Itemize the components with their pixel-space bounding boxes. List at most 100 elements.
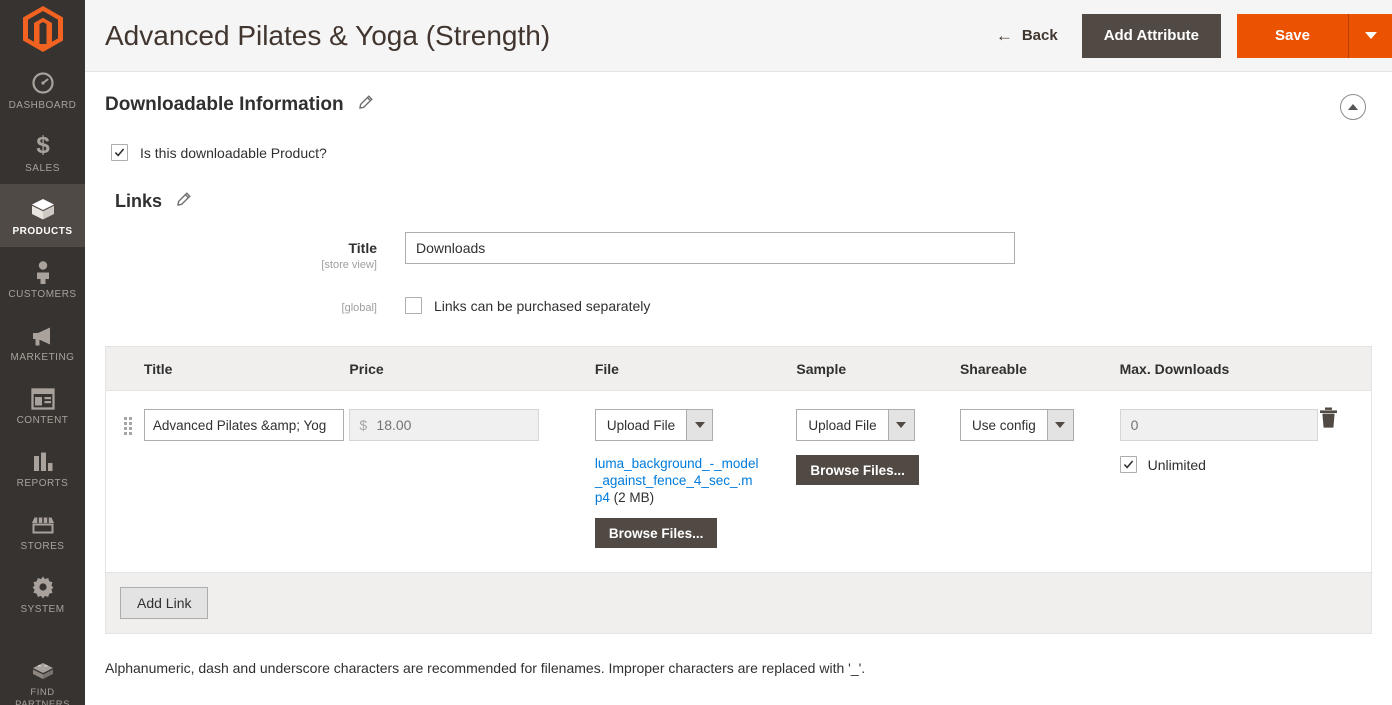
link-price-input[interactable] bbox=[349, 409, 540, 441]
gear-icon bbox=[31, 573, 55, 599]
purchase-separately-scope: [global] bbox=[341, 302, 377, 314]
unlimited-checkbox[interactable] bbox=[1119, 456, 1137, 473]
check-icon bbox=[114, 148, 125, 157]
section-body: Is this downloadable Product? Links Titl… bbox=[85, 136, 1392, 676]
sample-upload-split-button: Upload File bbox=[796, 409, 915, 441]
megaphone-icon bbox=[30, 321, 56, 347]
sidebar-item-label: CUSTOMERS bbox=[8, 289, 77, 300]
admin-page: DASHBOARD $ SALES PRODUCTS CUSTOMERS MAR… bbox=[0, 0, 1392, 705]
sidebar-item-label: SYSTEM bbox=[20, 604, 65, 615]
links-title-label-col: Title [store view] bbox=[105, 232, 405, 271]
cell-sample: Upload File Browse Files... bbox=[796, 407, 960, 485]
chevron-up-circle-icon bbox=[1348, 103, 1358, 110]
table-row: $ Upload File luma_backgroun bbox=[106, 391, 1371, 572]
check-icon bbox=[1123, 460, 1133, 469]
cell-delete bbox=[1319, 407, 1371, 434]
save-button[interactable]: Save bbox=[1236, 13, 1348, 58]
downloadable-information-header: Downloadable Information bbox=[85, 72, 1392, 136]
sidebar-item-label: STORES bbox=[20, 541, 65, 552]
links-table-body: $ Upload File luma_backgroun bbox=[106, 391, 1371, 572]
sidebar-item-sales[interactable]: $ SALES bbox=[0, 121, 85, 184]
sidebar-item-label: PRODUCTS bbox=[12, 226, 73, 237]
add-attribute-button[interactable]: Add Attribute bbox=[1081, 13, 1221, 58]
filename-note: Alphanumeric, dash and underscore charac… bbox=[105, 660, 866, 676]
collapse-section-button[interactable] bbox=[1340, 94, 1366, 120]
links-title-label: Title bbox=[348, 240, 377, 256]
is-downloadable-checkbox[interactable] bbox=[111, 144, 128, 161]
sidebar-item-dashboard[interactable]: DASHBOARD bbox=[0, 58, 85, 121]
column-header-price: Price bbox=[349, 360, 384, 377]
sidebar-item-content[interactable]: CONTENT bbox=[0, 373, 85, 436]
sidebar-item-label-line1: FIND PARTNERS bbox=[15, 687, 70, 705]
add-link-button[interactable]: Add Link bbox=[120, 587, 209, 619]
sidebar-item-marketing[interactable]: MARKETING bbox=[0, 310, 85, 373]
sidebar-item-customers[interactable]: CUSTOMERS bbox=[0, 247, 85, 310]
is-downloadable-row: Is this downloadable Product? bbox=[105, 136, 1372, 161]
sidebar-item-label: MARKETING bbox=[10, 352, 75, 363]
purchase-separately-label: Links can be purchased separately bbox=[434, 297, 651, 314]
cell-title bbox=[143, 407, 350, 441]
back-button-label: Back bbox=[1021, 27, 1058, 44]
column-header-shareable: Shareable bbox=[959, 360, 1027, 377]
save-dropdown-button[interactable] bbox=[1348, 13, 1392, 58]
price-input-wrap: $ bbox=[349, 409, 540, 441]
sample-upload-dropdown-button[interactable] bbox=[888, 409, 915, 441]
header-actions: ← Back Add Attribute Save bbox=[996, 0, 1392, 71]
chevron-down-icon bbox=[896, 422, 907, 428]
pencil-icon[interactable] bbox=[176, 191, 191, 212]
dashboard-icon bbox=[31, 69, 55, 95]
cell-max-downloads: Unlimited bbox=[1119, 407, 1320, 473]
links-title: Links bbox=[115, 191, 163, 211]
links-table: Title Price File Sample Shareable Max. D… bbox=[105, 346, 1372, 634]
column-header-file: File bbox=[594, 360, 619, 377]
sidebar-item-stores[interactable]: STORES bbox=[0, 499, 85, 562]
back-button[interactable]: ← Back bbox=[996, 27, 1082, 44]
pencil-icon[interactable] bbox=[358, 95, 373, 115]
drag-handle-icon[interactable] bbox=[106, 407, 144, 435]
cell-shareable: Use config bbox=[959, 407, 1120, 441]
sidebar-item-system[interactable]: SYSTEM bbox=[0, 562, 85, 625]
sidebar-item-products[interactable]: PRODUCTS bbox=[0, 184, 85, 247]
shareable-select: Use config bbox=[959, 409, 1074, 441]
unlimited-label: Unlimited bbox=[1147, 456, 1206, 473]
is-downloadable-label: Is this downloadable Product? bbox=[140, 144, 327, 161]
shareable-value[interactable]: Use config bbox=[959, 409, 1048, 441]
file-browse-files-button[interactable]: Browse Files... bbox=[594, 518, 718, 548]
box-icon bbox=[30, 195, 56, 221]
bricks-icon bbox=[30, 656, 56, 682]
cell-file: Upload File luma_background_-_model_agai… bbox=[594, 407, 797, 548]
magento-logo-icon bbox=[22, 6, 63, 52]
arrow-left-icon: ← bbox=[995, 26, 1013, 45]
file-upload-dropdown-button[interactable] bbox=[687, 409, 714, 441]
file-upload-button[interactable]: Upload File bbox=[594, 409, 688, 441]
bar-chart-icon bbox=[31, 447, 55, 473]
shareable-dropdown-button[interactable] bbox=[1047, 409, 1074, 441]
chevron-down-icon bbox=[1055, 422, 1066, 428]
sidebar-item-reports[interactable]: REPORTS bbox=[0, 436, 85, 499]
link-title-input[interactable] bbox=[143, 409, 344, 441]
currency-symbol: $ bbox=[359, 417, 368, 433]
sidebar-item-label: DASHBOARD bbox=[8, 100, 77, 111]
layout-icon bbox=[30, 384, 55, 410]
links-title-input[interactable] bbox=[405, 232, 1015, 264]
purchase-separately-checkbox[interactable] bbox=[405, 297, 422, 314]
admin-sidebar: DASHBOARD $ SALES PRODUCTS CUSTOMERS MAR… bbox=[0, 0, 85, 705]
links-table-footer: Add Link bbox=[106, 572, 1371, 633]
max-downloads-input[interactable] bbox=[1119, 409, 1318, 441]
uploaded-file-link[interactable]: luma_background_-_model_against_fence_4_… bbox=[595, 455, 760, 506]
sidebar-item-find-partners[interactable]: FIND PARTNERS & EXTENSIONS bbox=[0, 645, 85, 705]
column-header-title: Title bbox=[143, 360, 173, 377]
trash-icon[interactable] bbox=[1319, 407, 1338, 433]
purchase-separately-row: [global] Links can be purchased separate… bbox=[105, 271, 1372, 314]
page-title: Advanced Pilates & Yoga (Strength) bbox=[105, 19, 551, 51]
links-title-scope: [store view] bbox=[321, 259, 377, 271]
links-title-field-row: Title [store view] bbox=[105, 212, 1372, 271]
sample-upload-button[interactable]: Upload File bbox=[796, 409, 889, 441]
file-upload-split-button: Upload File bbox=[594, 409, 714, 441]
main-content: Advanced Pilates & Yoga (Strength) ← Bac… bbox=[85, 0, 1392, 705]
sidebar-item-label: CONTENT bbox=[16, 415, 69, 426]
links-table-header: Title Price File Sample Shareable Max. D… bbox=[106, 347, 1371, 391]
magento-logo[interactable] bbox=[0, 6, 85, 52]
sample-browse-files-button[interactable]: Browse Files... bbox=[796, 455, 919, 485]
uploaded-file-size: (2 MB) bbox=[613, 490, 655, 505]
